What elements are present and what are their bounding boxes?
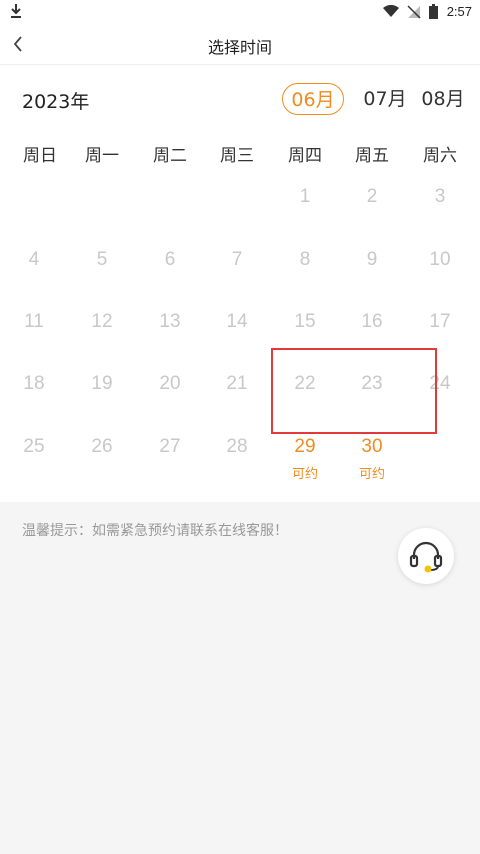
day-3: 3 [434, 186, 446, 207]
day-24: 24 [429, 373, 451, 394]
weekday-sun: 周日 [23, 146, 57, 166]
tip-text: 温馨提示：如需紧急预约请联系在线客服！ [22, 523, 288, 539]
calendar-panel: 2023年 06月 07月 08月 周日 周一 周二 周三 周四 周五 周六 1… [0, 65, 480, 502]
weekday-sat: 周六 [423, 146, 457, 166]
battery-icon [429, 4, 438, 19]
day-17: 17 [429, 311, 451, 332]
clock: 2:57 [446, 4, 472, 19]
download-icon [10, 3, 22, 22]
weekday-mon: 周一 [85, 146, 119, 166]
tab-month-08[interactable]: 08月 [418, 83, 468, 115]
available-label: 可约 [358, 467, 385, 482]
day-19: 19 [91, 373, 113, 394]
day-23: 23 [361, 373, 383, 394]
day-18: 18 [23, 373, 45, 394]
tab-month-06[interactable]: 06月 [282, 83, 344, 115]
wifi-icon [383, 5, 399, 17]
day-20: 20 [159, 373, 181, 394]
weekday-tue: 周二 [153, 146, 187, 166]
day-28: 28 [226, 436, 248, 457]
day-21: 21 [226, 373, 248, 394]
day-12: 12 [91, 311, 113, 332]
day-26: 26 [91, 436, 113, 457]
year-label: 2023年 [22, 91, 90, 113]
status-bar: 2:57 [0, 0, 480, 24]
day-22: 22 [294, 373, 316, 394]
day-2: 2 [366, 186, 378, 207]
day-14: 14 [226, 311, 248, 332]
day-9: 9 [366, 249, 378, 270]
day-number: 29 [294, 436, 316, 457]
tab-month-07[interactable]: 07月 [360, 83, 410, 115]
day-4: 4 [28, 249, 40, 270]
day-5: 5 [96, 249, 108, 270]
day-1: 1 [299, 186, 311, 207]
day-13: 13 [159, 311, 181, 332]
day-11: 11 [24, 311, 44, 332]
day-8: 8 [299, 249, 311, 270]
weekday-fri: 周五 [355, 146, 389, 166]
day-16: 16 [361, 311, 383, 332]
day-25: 25 [23, 436, 45, 457]
customer-service-button[interactable] [398, 528, 454, 584]
page-title: 选择时间 [207, 38, 272, 57]
headset-icon [409, 541, 443, 573]
no-signal-icon [407, 4, 421, 19]
day-30-available[interactable]: 30 可约 [338, 436, 406, 482]
weekday-wed: 周三 [220, 146, 254, 166]
weekday-thu: 周四 [288, 146, 322, 166]
day-10: 10 [429, 249, 451, 270]
day-7: 7 [231, 249, 243, 270]
day-6: 6 [164, 249, 176, 270]
status-icons [383, 4, 438, 19]
day-15: 15 [294, 311, 316, 332]
day-27: 27 [159, 436, 181, 457]
available-label: 可约 [291, 467, 318, 482]
app-bar: 选择时间 [0, 24, 480, 65]
day-number: 30 [361, 436, 383, 457]
day-29-available[interactable]: 29 可约 [271, 436, 339, 482]
